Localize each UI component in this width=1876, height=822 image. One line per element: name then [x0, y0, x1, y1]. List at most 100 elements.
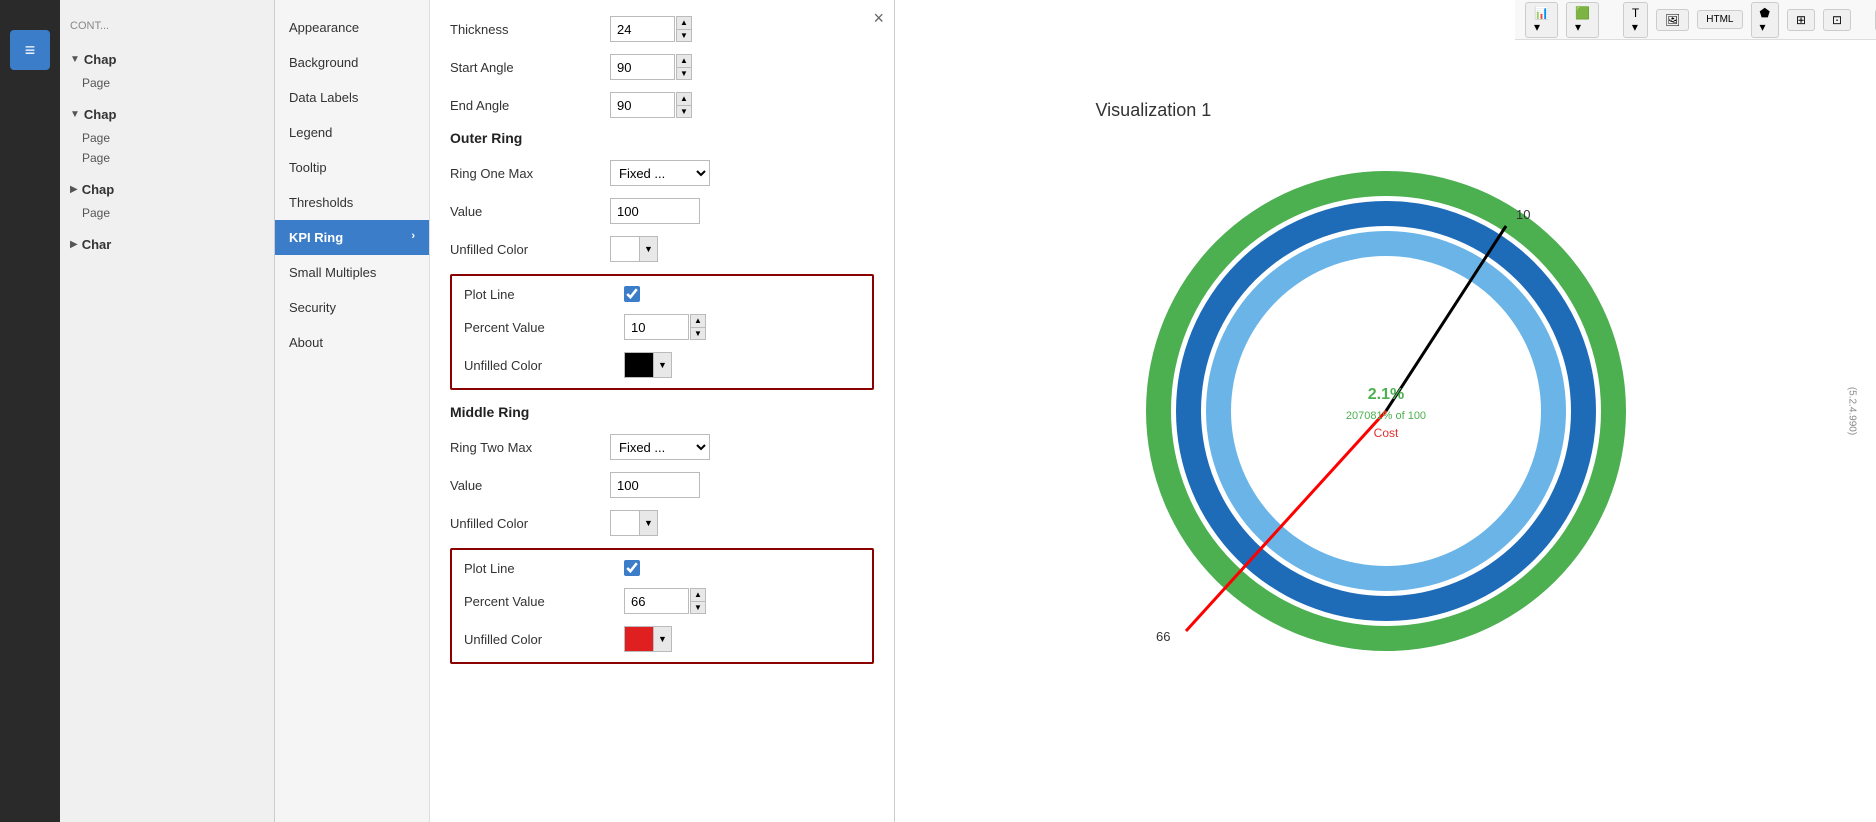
chapter-1-page[interactable]: Page: [60, 73, 274, 93]
outer-unfilled2-dropdown[interactable]: ▼: [654, 352, 672, 378]
chart-type-btn[interactable]: 📊 ▾: [1525, 2, 1558, 38]
outer-percent-up[interactable]: ▲: [690, 314, 706, 327]
outer-unfilled-row: Unfilled Color ▼: [450, 236, 874, 262]
middle-unfilled2-dropdown[interactable]: ▼: [654, 626, 672, 652]
nav-item-smallmultiples[interactable]: Small Multiples: [275, 255, 429, 290]
thickness-spinner: ▲ ▼: [676, 16, 692, 42]
nav-item-tooltip[interactable]: Tooltip: [275, 150, 429, 185]
grid-btn[interactable]: ⊞: [1787, 9, 1815, 31]
marker-66-label: 66: [1156, 629, 1170, 644]
chapter-3-page[interactable]: Page: [60, 203, 274, 223]
outer-percent-input[interactable]: [624, 314, 689, 340]
end-angle-input[interactable]: [610, 92, 675, 118]
middle-highlighted-box: Plot Line Percent Value ▲ ▼: [450, 548, 874, 664]
thickness-down[interactable]: ▼: [676, 29, 692, 42]
shape-btn[interactable]: ⬟ ▾: [1751, 2, 1779, 38]
start-angle-up[interactable]: ▲: [676, 54, 692, 67]
nav-section-cont: CONT...: [60, 10, 274, 42]
nav-item-kpiring[interactable]: KPI Ring ›: [275, 220, 429, 255]
modal-container: × Appearance Background Data Labels Lege…: [275, 0, 895, 822]
middle-unfilled2-color[interactable]: [624, 626, 654, 652]
html-btn[interactable]: HTML: [1697, 10, 1742, 29]
nav-item-legend[interactable]: Legend: [275, 115, 429, 150]
end-angle-down[interactable]: ▼: [676, 105, 692, 118]
thickness-row: Thickness ▲ ▼: [450, 16, 874, 42]
outer-plotline-label: Plot Line: [464, 287, 624, 302]
middle-value-label: Value: [450, 478, 610, 493]
chapter-1-label: Chap: [84, 52, 117, 67]
outer-percent-down[interactable]: ▼: [690, 327, 706, 340]
end-angle-row: End Angle ▲ ▼: [450, 92, 874, 118]
nav-item-thresholds[interactable]: Thresholds: [275, 185, 429, 220]
outer-unfilled2-color[interactable]: [624, 352, 654, 378]
end-angle-label: End Angle: [450, 98, 610, 113]
color-theme-btn[interactable]: 🟩 ▾: [1566, 2, 1599, 38]
middle-percent-up[interactable]: ▲: [690, 588, 706, 601]
chapter-4-row[interactable]: ▶ Char: [60, 231, 274, 258]
outer-unfilled-dropdown[interactable]: ▼: [640, 236, 658, 262]
middle-value-input[interactable]: [610, 472, 700, 498]
chapter-3-arrow: ▶: [70, 184, 78, 195]
chapter-1-row[interactable]: ▼ Chap: [60, 46, 274, 73]
nav-item-datalabels[interactable]: Data Labels: [275, 80, 429, 115]
gauge-chart: 10 66 2.1% 207081% of 100 Cost: [1096, 141, 1676, 681]
end-angle-control: ▲ ▼: [610, 92, 692, 118]
middle-percent-control: ▲ ▼: [624, 588, 706, 614]
sidebar-icon[interactable]: ≡: [10, 30, 50, 70]
outer-unfilled-color[interactable]: [610, 236, 640, 262]
kpiring-arrow: ›: [411, 230, 415, 242]
chapter-4-arrow: ▶: [70, 239, 78, 250]
outer-value-input[interactable]: [610, 198, 700, 224]
chapter-2: ▼ Chap Page Page: [60, 97, 274, 172]
viz-wrapper: Visualization 1 10 66: [1096, 100, 1676, 684]
nav-item-about[interactable]: About: [275, 325, 429, 360]
nav-item-security[interactable]: Security: [275, 290, 429, 325]
middle-percent-spinner: ▲ ▼: [690, 588, 706, 614]
outer-plotline-control: [624, 286, 640, 302]
ring-two-max-label: Ring Two Max: [450, 440, 610, 455]
close-button[interactable]: ×: [873, 8, 884, 29]
middle-percent-input[interactable]: [624, 588, 689, 614]
middle-unfilled-control: ▼: [610, 510, 658, 536]
outer-plotline-row: Plot Line: [464, 286, 860, 302]
top-toolbar: 📊 ▾ 🟩 ▾ T ▾ 🖼 HTML ⬟ ▾ ⊞ ⊡ ☐ ☀ ▭ □ ✕ ⊡: [1515, 0, 1876, 40]
center-label: Cost: [1373, 426, 1398, 440]
chapter-3-row[interactable]: ▶ Chap: [60, 176, 274, 203]
text-btn[interactable]: T ▾: [1623, 2, 1648, 38]
chapter-2-row[interactable]: ▼ Chap: [60, 101, 274, 128]
ring-one-max-select[interactable]: Fixed ... Dynamic: [610, 160, 710, 186]
viz-title: Visualization 1: [1096, 100, 1676, 121]
start-angle-down[interactable]: ▼: [676, 67, 692, 80]
thickness-input[interactable]: [610, 16, 675, 42]
end-angle-up[interactable]: ▲: [676, 92, 692, 105]
chapter-2-page1[interactable]: Page: [60, 128, 274, 148]
outer-percent-row: Percent Value ▲ ▼: [464, 314, 860, 340]
outer-unfilled2-row: Unfilled Color ▼: [464, 352, 860, 378]
image-btn[interactable]: 🖼: [1656, 9, 1689, 31]
thickness-up[interactable]: ▲: [676, 16, 692, 29]
ring-one-max-label: Ring One Max: [450, 166, 610, 181]
start-angle-input[interactable]: [610, 54, 675, 80]
nav-cont-label[interactable]: CONT...: [60, 14, 274, 38]
middle-unfilled-dropdown[interactable]: ▼: [640, 510, 658, 536]
outer-plotline-checkbox[interactable]: [624, 286, 640, 302]
nav-item-appearance[interactable]: Appearance: [275, 10, 429, 45]
outer-ring-title: Outer Ring: [450, 130, 874, 146]
chapter-2-arrow: ▼: [70, 109, 80, 120]
middle-unfilled-color[interactable]: [610, 510, 640, 536]
center-subvalue: 207081% of 100: [1345, 410, 1425, 422]
middle-percent-down[interactable]: ▼: [690, 601, 706, 614]
outer-value-label: Value: [450, 204, 610, 219]
nav-item-background[interactable]: Background: [275, 45, 429, 80]
middle-unfilled2-control: ▼: [624, 626, 672, 652]
middle-plotline-row: Plot Line: [464, 560, 860, 576]
middle-unfilled-label: Unfilled Color: [450, 516, 610, 531]
ring-two-max-row: Ring Two Max Fixed ... Dynamic: [450, 434, 874, 460]
chapter-2-page2[interactable]: Page: [60, 148, 274, 168]
middle-value-row: Value: [450, 472, 874, 498]
box-btn[interactable]: ⊡: [1823, 9, 1851, 31]
ring-two-max-select[interactable]: Fixed ... Dynamic: [610, 434, 710, 460]
middle-plotline-checkbox[interactable]: [624, 560, 640, 576]
center-value: 2.1%: [1367, 386, 1403, 403]
chapter-3-label: Chap: [82, 182, 115, 197]
